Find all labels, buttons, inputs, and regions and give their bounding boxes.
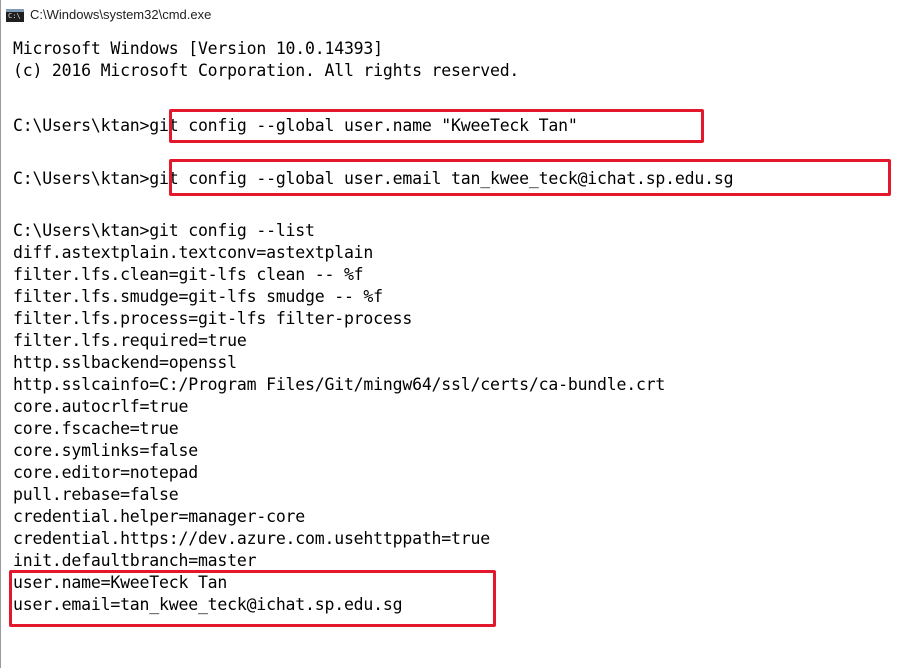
command-set-user-email: C:\Users\ktan>git config --global user.e… bbox=[13, 169, 734, 188]
config-entry: filter.lfs.process=git-lfs filter-proces… bbox=[13, 309, 413, 328]
window-title: C:\Windows\system32\cmd.exe bbox=[30, 7, 212, 22]
config-entry: http.sslbackend=openssl bbox=[13, 353, 237, 372]
config-entry: filter.lfs.smudge=git-lfs smudge -- %f bbox=[13, 287, 383, 306]
cmd-window: C:\ C:\Windows\system32\cmd.exe Microsof… bbox=[0, 0, 898, 668]
command-set-user-name: C:\Users\ktan>git config --global user.n… bbox=[13, 116, 578, 135]
console-line: Microsoft Windows [Version 10.0.14393] bbox=[13, 39, 383, 58]
config-entry: diff.astextplain.textconv=astextplain bbox=[13, 243, 374, 262]
config-entry: http.sslcainfo=C:/Program Files/Git/ming… bbox=[13, 375, 666, 394]
config-entry: credential.helper=manager-core bbox=[13, 507, 306, 526]
cmd-console-icon: C:\ bbox=[6, 9, 24, 22]
config-entry: core.editor=notepad bbox=[13, 463, 198, 482]
config-entry: core.symlinks=false bbox=[13, 441, 198, 460]
config-entry: core.autocrlf=true bbox=[13, 397, 189, 416]
config-entry: core.fscache=true bbox=[13, 419, 179, 438]
cmd-icon-glyph: C:\ bbox=[8, 12, 21, 20]
config-entry: credential.https://dev.azure.com.usehttp… bbox=[13, 529, 490, 548]
config-entry: filter.lfs.clean=git-lfs clean -- %f bbox=[13, 265, 364, 284]
config-entry: filter.lfs.required=true bbox=[13, 331, 247, 350]
config-entry-user-email: user.email=tan_kwee_teck@ichat.sp.edu.sg bbox=[13, 595, 403, 614]
config-entry-user-name: user.name=KweeTeck Tan bbox=[13, 573, 228, 592]
console-line: (c) 2016 Microsoft Corporation. All righ… bbox=[13, 61, 520, 80]
console-output[interactable]: Microsoft Windows [Version 10.0.14393] (… bbox=[1, 38, 898, 668]
config-entry: pull.rebase=false bbox=[13, 485, 179, 504]
command-config-list: C:\Users\ktan>git config --list bbox=[13, 221, 315, 240]
title-bar[interactable]: C:\ C:\Windows\system32\cmd.exe bbox=[1, 0, 898, 30]
config-entry: init.defaultbranch=master bbox=[13, 551, 257, 570]
